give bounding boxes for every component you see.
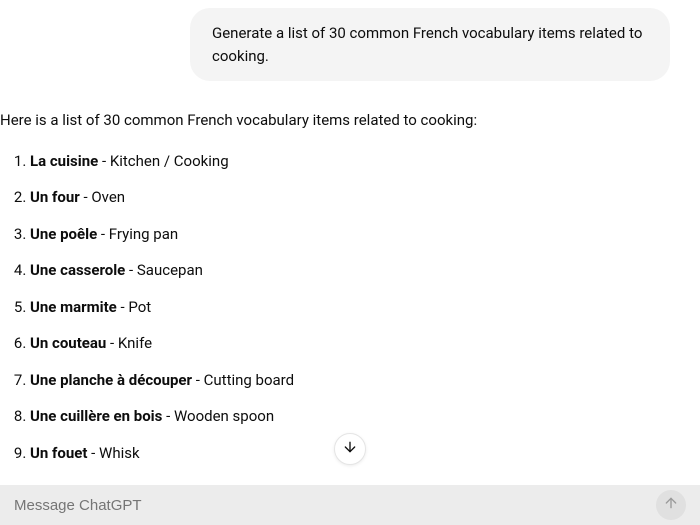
composer-bar [0, 485, 700, 525]
vocab-term: Une planche à découper [30, 371, 192, 389]
chat-area: Generate a list of 30 common French voca… [0, 0, 700, 485]
vocab-term: Une cuillère en bois [30, 407, 162, 425]
arrow-down-icon [342, 439, 358, 459]
list-item: Une casserole - Saucepan [30, 259, 670, 282]
vocab-translation: Frying pan [109, 225, 178, 243]
list-item: Un four - Oven [30, 186, 670, 209]
vocab-term: Un four [30, 188, 80, 206]
send-button[interactable] [656, 490, 686, 520]
vocab-translation: Saucepan [137, 261, 203, 279]
vocab-translation: Pot [128, 298, 151, 316]
vocab-separator: - [162, 407, 174, 425]
assistant-intro: Here is a list of 30 common French vocab… [0, 109, 670, 132]
message-input[interactable] [14, 497, 656, 514]
vocab-separator: - [80, 188, 92, 206]
user-message-bubble: Generate a list of 30 common French voca… [190, 8, 670, 81]
vocab-list: La cuisine - Kitchen / Cooking Un four -… [0, 150, 670, 465]
assistant-message: Here is a list of 30 common French vocab… [0, 101, 700, 464]
list-item: Une cuillère en bois - Wooden spoon [30, 405, 670, 428]
list-item: Une planche à découper - Cutting board [30, 369, 670, 392]
vocab-translation: Kitchen / Cooking [110, 152, 229, 170]
vocab-translation: Knife [118, 334, 152, 352]
vocab-translation: Cutting board [204, 371, 294, 389]
vocab-separator: - [125, 261, 137, 279]
vocab-separator: - [98, 152, 110, 170]
arrow-up-icon [663, 495, 679, 515]
vocab-term: Un fouet [30, 444, 87, 462]
list-item: Un couteau - Knife [30, 332, 670, 355]
vocab-separator: - [192, 371, 204, 389]
vocab-separator: - [87, 444, 99, 462]
user-message-row: Generate a list of 30 common French voca… [0, 0, 700, 101]
list-item: La cuisine - Kitchen / Cooking [30, 150, 670, 173]
user-message-text: Generate a list of 30 common French voca… [212, 24, 642, 65]
vocab-translation: Wooden spoon [174, 407, 274, 425]
vocab-separator: - [97, 225, 109, 243]
vocab-term: Un couteau [30, 334, 106, 352]
vocab-separator: - [117, 298, 129, 316]
vocab-separator: - [106, 334, 118, 352]
vocab-translation: Whisk [99, 444, 140, 462]
scroll-to-bottom-button[interactable] [334, 433, 366, 465]
vocab-translation: Oven [91, 188, 125, 206]
vocab-term: Une marmite [30, 298, 117, 316]
vocab-term: La cuisine [30, 152, 98, 170]
vocab-term: Une casserole [30, 261, 125, 279]
list-item: Une marmite - Pot [30, 296, 670, 319]
list-item: Une poêle - Frying pan [30, 223, 670, 246]
vocab-term: Une poêle [30, 225, 97, 243]
